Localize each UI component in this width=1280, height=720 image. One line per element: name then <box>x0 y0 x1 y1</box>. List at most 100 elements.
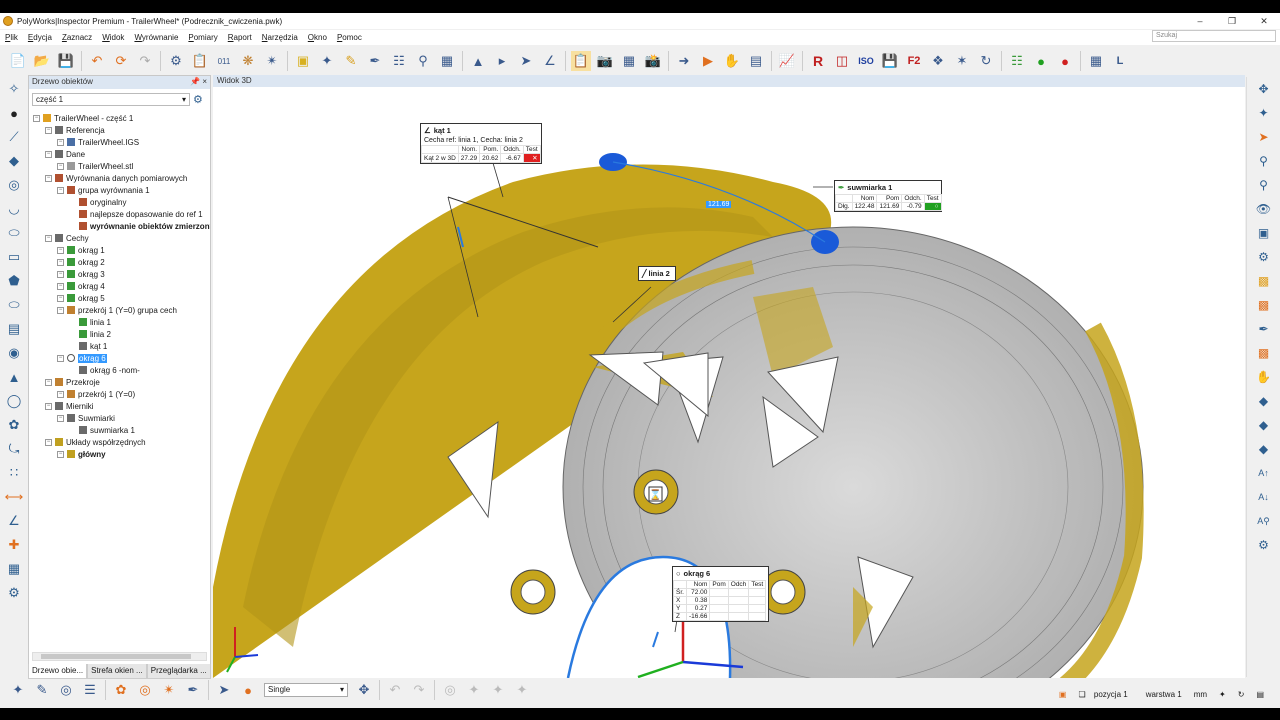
polyline-icon[interactable]: ⤿ <box>4 439 24 459</box>
tree-node[interactable]: − okrąg 1 <box>57 244 105 256</box>
tree-node[interactable]: − okrąg 6 <box>57 352 107 364</box>
tree-toggle-icon[interactable]: − <box>45 378 52 386</box>
csv-icon[interactable]: ☷ <box>1007 51 1027 71</box>
section-icon[interactable]: ▸ <box>492 51 512 71</box>
tree-node[interactable]: − TrailerWheel.stl <box>57 160 133 172</box>
iso-icon[interactable]: ISO <box>856 51 876 71</box>
stylus-icon[interactable]: ✒ <box>183 680 203 700</box>
layout-icon[interactable]: ▦ <box>1086 51 1106 71</box>
clipboard-icon[interactable]: 📋 <box>190 51 210 71</box>
f2-icon[interactable]: F2 <box>904 51 924 71</box>
tree-node[interactable]: − przekrój 1 (Y=0) <box>57 388 135 400</box>
view-color-icon[interactable]: ▩ <box>1254 295 1274 315</box>
r-icon[interactable]: R <box>808 51 828 71</box>
tree-node[interactable]: − okrąg 3 <box>57 268 105 280</box>
callout-okrag-6[interactable]: ○ okrąg 6 Nom Pom Odch Test Śr. 72.00 X 0.38 Y… <box>672 566 769 622</box>
tree-node[interactable]: − Wyrównania danych pomiarowych <box>45 172 187 184</box>
tree-toggle-icon[interactable]: − <box>45 234 52 242</box>
torus-icon[interactable]: ◯ <box>4 391 24 411</box>
search-input[interactable]: Szukaj <box>1152 30 1276 42</box>
callout-kat-1[interactable]: ∠ kąt 1 Cecha ref: linia 1, Cecha: linia … <box>420 123 542 164</box>
tree-node[interactable]: − Suwmiarki <box>57 412 115 424</box>
menu-plik[interactable]: Plik <box>0 33 23 42</box>
units-indicator[interactable]: mm <box>1194 690 1207 699</box>
ellipse-icon[interactable]: ⬭ <box>4 295 24 315</box>
layer-indicator[interactable]: warstwa 1 <box>1146 690 1182 699</box>
view-highlight-icon[interactable]: ◆ <box>1254 415 1274 435</box>
part-select[interactable]: część 1 ▾ <box>32 93 190 106</box>
point-cloud-icon[interactable]: ✿ <box>111 680 131 700</box>
maximize-icon[interactable]: ❐ <box>1216 13 1248 29</box>
save-icon[interactable]: 💾 <box>56 51 76 71</box>
tree-node[interactable]: − Referencja <box>45 124 105 136</box>
arc-icon[interactable]: ◡ <box>4 199 24 219</box>
tab-window-zone[interactable]: Strefa okien ... <box>87 664 147 679</box>
wand-icon[interactable]: ✶ <box>952 51 972 71</box>
part-settings-icon[interactable]: ⚙ <box>193 93 203 106</box>
view-fit-icon[interactable]: ➤ <box>1254 127 1274 147</box>
point-icon[interactable]: ● <box>4 103 24 123</box>
redo-icon[interactable]: ↷ <box>135 51 155 71</box>
view-layers-icon[interactable]: ▩ <box>1254 271 1274 291</box>
trace-icon[interactable]: ➤ <box>214 680 234 700</box>
tree-toggle-icon[interactable]: − <box>45 174 52 182</box>
status-green-icon[interactable]: ● <box>1031 51 1051 71</box>
zoom-icon[interactable]: ⚲ <box>413 51 433 71</box>
find-text-icon[interactable]: A⚲ <box>1254 511 1274 531</box>
tree-icon[interactable]: ☷ <box>389 51 409 71</box>
chart-icon[interactable]: 📈 <box>777 51 797 71</box>
tab-object-tree[interactable]: Drzewo obie... <box>28 664 88 679</box>
position-indicator[interactable]: ❏ pozycja 1 <box>1078 690 1133 699</box>
ring-icon[interactable]: ◎ <box>135 680 155 700</box>
tree-scrollbar[interactable] <box>32 652 207 661</box>
polygon-icon[interactable]: ⬟ <box>4 271 24 291</box>
view-group-icon[interactable]: ◆ <box>1254 439 1274 459</box>
layout-icon-status[interactable]: ▤ <box>1256 690 1264 699</box>
cube-icon[interactable]: ▣ <box>293 51 313 71</box>
view-zoom-area-icon[interactable]: ⚲ <box>1254 175 1274 195</box>
gear-object-icon[interactable]: ❋ <box>238 51 258 71</box>
macro-icon[interactable]: ▤ <box>746 51 766 71</box>
tree-toggle-icon[interactable]: − <box>57 390 64 398</box>
tree-node[interactable]: −suwmiarka 1 <box>69 424 135 436</box>
align-icon[interactable]: ✴ <box>262 51 282 71</box>
tree-node[interactable]: − okrąg 5 <box>57 292 105 304</box>
line-icon[interactable]: ⟋ <box>4 127 24 147</box>
tree-node[interactable]: − okrąg 4 <box>57 280 105 292</box>
tree-node[interactable]: −kąt 1 <box>69 340 107 352</box>
tree-toggle-icon[interactable]: − <box>57 138 64 146</box>
stop-icon[interactable]: ✋ <box>722 51 742 71</box>
tab-browser[interactable]: Przeglądarka ... <box>146 664 211 679</box>
surface-icon[interactable]: ▲ <box>468 51 488 71</box>
tree-toggle-icon[interactable]: − <box>57 354 64 362</box>
snapshot-icon[interactable]: 📷 <box>595 51 615 71</box>
move-icon[interactable]: ✥ <box>354 680 374 700</box>
grid-icon[interactable]: ▦ <box>437 51 457 71</box>
tree-toggle-icon[interactable]: − <box>45 150 52 158</box>
brush-tool-icon[interactable]: ✎ <box>32 680 52 700</box>
view-zoom-icon[interactable]: ⚲ <box>1254 151 1274 171</box>
cone-icon[interactable]: ▲ <box>4 367 24 387</box>
report-icon[interactable]: 📋 <box>571 51 591 71</box>
rect-icon[interactable]: ▭ <box>4 247 24 267</box>
menu-pomoc[interactable]: Pomoc <box>332 33 367 42</box>
new-file-icon[interactable]: 📄 <box>8 51 28 71</box>
panel-pin-close-icon[interactable]: 📌 × <box>190 77 207 88</box>
undo-history-icon[interactable]: ⟳ <box>111 51 131 71</box>
tree-node[interactable]: −linia 1 <box>69 316 111 328</box>
angle-tool-icon[interactable]: ∠ <box>4 511 24 531</box>
record-icon[interactable]: ● <box>238 680 258 700</box>
sync-icon[interactable]: ↻ <box>1238 690 1245 699</box>
feature-table-icon[interactable]: ▦ <box>4 559 24 579</box>
refresh-icon[interactable]: ↻ <box>976 51 996 71</box>
select-tool-icon[interactable]: ✦ <box>8 680 28 700</box>
view-rotate-icon[interactable]: ✥ <box>1254 79 1274 99</box>
tool-settings-icon[interactable]: ⚙ <box>4 583 24 603</box>
display-icon[interactable]: ✦ <box>1219 690 1226 699</box>
tree-toggle-icon[interactable]: − <box>57 186 64 194</box>
tree-node[interactable]: −najlepsze dopasowanie do ref 1 <box>69 208 203 220</box>
menu-narzedzia[interactable]: Narzędzia <box>257 33 303 42</box>
view-hand-icon[interactable]: ✋ <box>1254 367 1274 387</box>
tree-node[interactable]: − główny <box>57 448 106 460</box>
tree-toggle-icon[interactable]: − <box>57 414 64 422</box>
